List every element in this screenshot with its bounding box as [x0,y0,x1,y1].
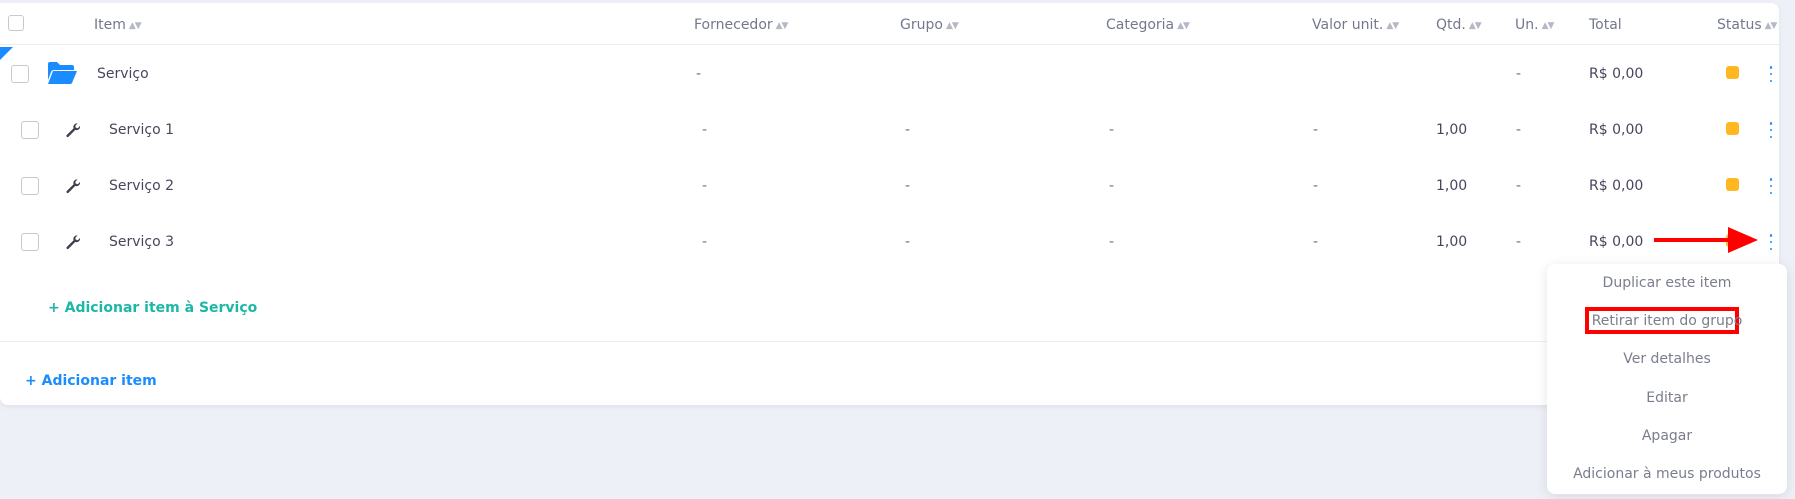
item-grupo: - [905,234,911,250]
status-badge [1726,66,1739,79]
sort-icon: ▲▼ [1764,21,1778,31]
header-divider [0,44,1779,45]
header-fornecedor[interactable]: Fornecedor ▲▼ [694,17,789,33]
item-categoria: - [1109,122,1115,138]
group-un: - [1516,66,1522,82]
folder-open-icon [48,62,77,84]
status-badge [1726,122,1739,135]
footer-divider [0,341,1779,342]
row-actions-kebab-icon[interactable] [1766,178,1776,194]
item-valor-unit: - [1313,234,1319,250]
item-grupo: - [905,178,911,194]
item-un: - [1516,234,1522,250]
menu-item-edit[interactable]: Editar [1547,390,1787,406]
sort-icon: ▲▼ [1468,21,1482,31]
add-item-link[interactable]: + Adicionar item [25,373,157,389]
item-name: Serviço 1 [109,122,175,138]
row-marker-icon [0,47,13,60]
item-un: - [1516,178,1522,194]
row-checkbox[interactable] [21,121,39,139]
sort-icon: ▲▼ [1386,21,1399,31]
group-total: R$ 0,00 [1589,66,1644,82]
status-badge [1726,178,1739,191]
header-total: Total [1589,17,1622,33]
menu-item-duplicate[interactable]: Duplicar este item [1547,275,1787,291]
row-actions-kebab-icon[interactable] [1766,122,1776,138]
header-qtd[interactable]: Qtd. ▲▼ [1436,17,1482,33]
item-fornecedor: - [702,122,708,138]
item-un: - [1516,122,1522,138]
header-grupo[interactable]: Grupo ▲▼ [900,17,959,33]
row-actions-kebab-icon[interactable] [1766,234,1776,250]
sort-icon: ▲▼ [945,21,959,31]
item-qtd: 1,00 [1436,234,1468,250]
item-total: R$ 0,00 [1589,234,1644,250]
item-valor-unit: - [1313,122,1319,138]
item-total: R$ 0,00 [1589,122,1644,138]
menu-item-remove-from-group[interactable]: Retirar item do grupo [1547,313,1787,329]
item-name: Serviço 3 [109,234,175,250]
menu-item-add-to-products[interactable]: Adicionar à meus produtos [1547,466,1787,482]
header-valor-unit[interactable]: Valor unit. ▲▼ [1312,17,1399,33]
wrench-icon [66,179,81,194]
group-name: Serviço [97,66,149,82]
header-status[interactable]: Status ▲▼ [1717,17,1778,33]
wrench-icon [66,235,81,250]
group-checkbox[interactable] [11,65,29,83]
row-checkbox[interactable] [21,233,39,251]
item-total: R$ 0,00 [1589,178,1644,194]
header-item[interactable]: Item ▲▼ [94,17,142,33]
row-context-menu: Duplicar este item Retirar item do grupo… [1547,264,1787,494]
menu-item-details[interactable]: Ver detalhes [1547,351,1787,367]
item-qtd: 1,00 [1436,178,1468,194]
item-name: Serviço 2 [109,178,175,194]
item-grupo: - [905,122,911,138]
add-item-to-group-link[interactable]: + Adicionar item à Serviço [48,300,257,316]
wrench-icon [66,123,81,138]
item-fornecedor: - [702,178,708,194]
select-all-checkbox[interactable] [8,15,24,31]
menu-item-delete[interactable]: Apagar [1547,428,1787,444]
row-actions-kebab-icon[interactable] [1766,66,1776,82]
sort-icon: ▲▼ [775,21,789,31]
items-table-card: Item ▲▼ Fornecedor ▲▼ Grupo ▲▼ Categoria ▲▼ … [0,3,1779,405]
item-valor-unit: - [1313,178,1319,194]
header-un[interactable]: Un. ▲▼ [1515,17,1555,33]
item-qtd: 1,00 [1436,122,1468,138]
annotation-arrow-icon [1654,227,1758,253]
item-categoria: - [1109,178,1115,194]
item-fornecedor: - [702,234,708,250]
sort-icon: ▲▼ [128,21,142,31]
sort-icon: ▲▼ [1177,21,1190,31]
sort-icon: ▲▼ [1541,21,1555,31]
row-checkbox[interactable] [21,177,39,195]
group-fornecedor: - [696,66,702,82]
header-categoria[interactable]: Categoria ▲▼ [1106,17,1190,33]
item-categoria: - [1109,234,1115,250]
